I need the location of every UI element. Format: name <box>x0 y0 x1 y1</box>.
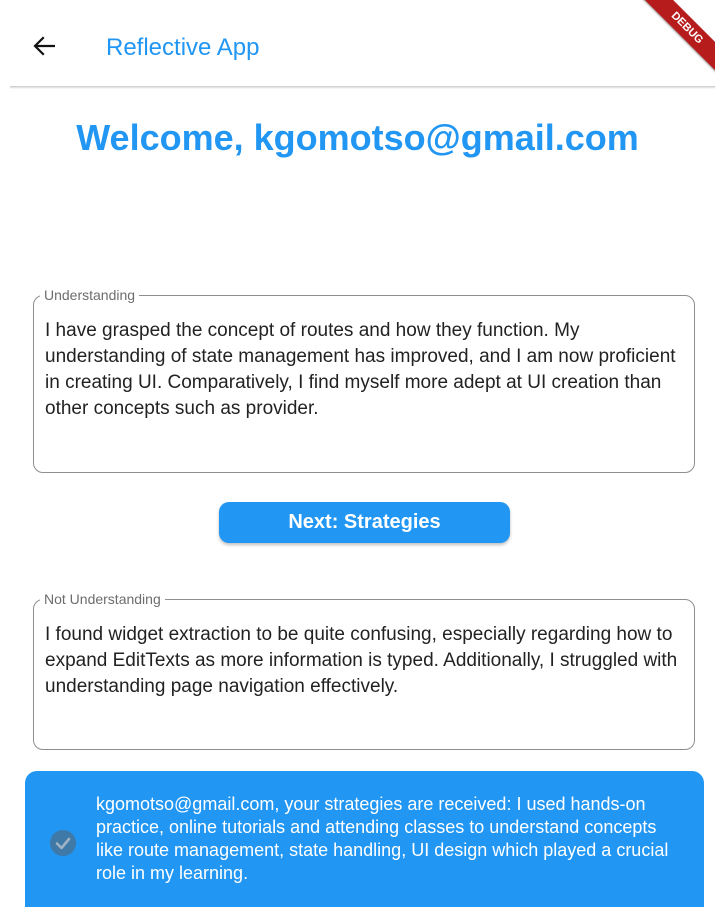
debug-banner: DEBUG <box>635 0 715 80</box>
understanding-label: Understanding <box>40 286 140 304</box>
snackbar-message: kgomotso@gmail.com, your strategies are … <box>96 794 669 883</box>
back-button[interactable] <box>22 28 66 68</box>
arrow-left-icon <box>33 35 56 61</box>
understanding-text[interactable]: I have grasped the concept of routes and… <box>45 318 681 422</box>
check-circle-icon <box>49 829 77 857</box>
understanding-field[interactable]: Understanding I have grasped the concept… <box>33 286 695 473</box>
debug-label: DEBUG <box>637 0 715 78</box>
not-understanding-field[interactable]: Not Understanding I found widget extract… <box>33 590 695 750</box>
app-bar-shadow <box>10 86 715 89</box>
confirmation-snackbar: kgomotso@gmail.com, your strategies are … <box>25 771 704 907</box>
app-title: Reflective App <box>106 34 260 61</box>
app-bar: Reflective App DEBUG <box>0 0 715 88</box>
not-understanding-text[interactable]: I found widget extraction to be quite co… <box>45 622 681 700</box>
not-understanding-label: Not Understanding <box>40 590 165 608</box>
welcome-heading: Welcome, kgomotso@gmail.com <box>76 117 639 158</box>
next-strategies-button[interactable]: Next: Strategies <box>219 502 510 543</box>
